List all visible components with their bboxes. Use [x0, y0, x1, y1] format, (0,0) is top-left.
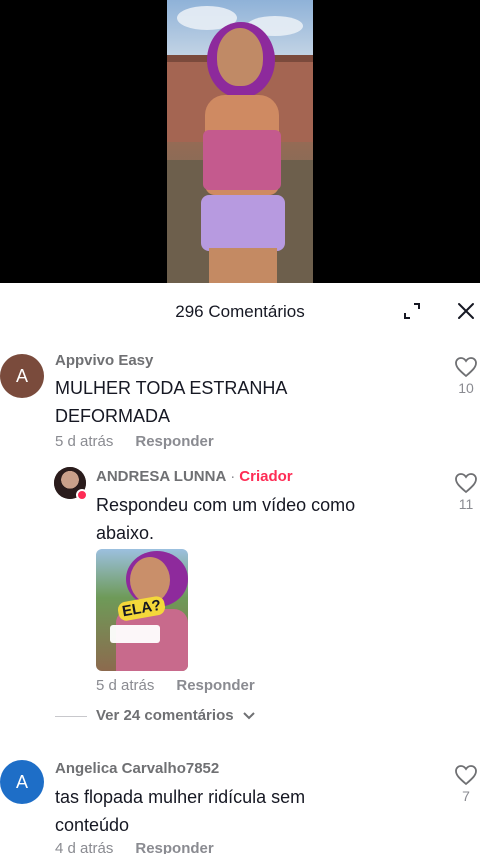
comment-username[interactable]: Appvivo Easy: [55, 352, 153, 369]
comment-text: MULHER TODA ESTRANHA DEFORMADA: [55, 374, 287, 430]
view-more-replies-label: Ver 24 comentários: [96, 707, 234, 724]
comment-time: 5 d atrás: [55, 433, 114, 450]
comment-meta: 5 d atrás Responder: [55, 433, 214, 450]
chevron-down-icon: [243, 712, 255, 720]
video-player[interactable]: [0, 0, 480, 283]
expand-icon[interactable]: [401, 300, 423, 322]
reply-video-thumbnail[interactable]: ELA?: [96, 549, 188, 671]
reply-button[interactable]: Responder: [176, 677, 254, 694]
video-frame[interactable]: [167, 0, 313, 283]
comment-text-line: MULHER TODA ESTRANHA: [55, 378, 288, 398]
avatar[interactable]: A: [0, 354, 44, 398]
view-more-replies-button[interactable]: Ver 24 comentários: [96, 707, 256, 724]
heart-icon[interactable]: [454, 764, 478, 786]
like-button[interactable]: 10: [452, 356, 480, 396]
comment-meta: 4 d atrás Responder: [55, 840, 214, 854]
creator-avatar[interactable]: [54, 467, 88, 501]
like-count: 7: [462, 788, 470, 804]
comment-text-line: DEFORMADA: [55, 406, 171, 426]
comment-text: tas flopada mulher ridícula sem conteúdo: [55, 783, 305, 839]
creator-username[interactable]: ANDRESA LUNNA: [96, 468, 226, 485]
like-count: 10: [458, 380, 474, 396]
comment-time: 4 d atrás: [55, 840, 114, 854]
separator-dot: ·: [230, 468, 236, 485]
comment-card-sticker: [110, 625, 160, 643]
like-button[interactable]: 11: [452, 472, 480, 512]
heart-icon[interactable]: [454, 472, 478, 494]
reply-text-line: abaixo.: [96, 523, 155, 543]
avatar-letter: A: [15, 365, 28, 386]
creator-badge: Criador: [239, 468, 293, 485]
avatar-letter: A: [15, 771, 28, 792]
reply-meta: 5 d atrás Responder: [96, 677, 255, 694]
like-count: 11: [458, 496, 474, 512]
reply-time: 5 d atrás: [96, 677, 155, 694]
close-icon[interactable]: [455, 300, 477, 322]
comment-username[interactable]: Angelica Carvalho7852: [55, 760, 219, 777]
reply-header: ANDRESA LUNNA · Criador: [96, 468, 293, 485]
divider-line: [55, 716, 87, 717]
reply-text-line: Respondeu com um vídeo como: [96, 495, 356, 515]
reply-text: Respondeu com um vídeo como abaixo.: [96, 491, 355, 547]
reply-button[interactable]: Responder: [135, 433, 213, 450]
comment-text-line: tas flopada mulher ridícula sem: [55, 787, 306, 807]
avatar[interactable]: A: [0, 760, 44, 804]
like-button[interactable]: 7: [452, 764, 480, 804]
comment-text-line: conteúdo: [55, 815, 130, 835]
heart-icon[interactable]: [454, 356, 478, 378]
reply-button[interactable]: Responder: [135, 840, 213, 854]
